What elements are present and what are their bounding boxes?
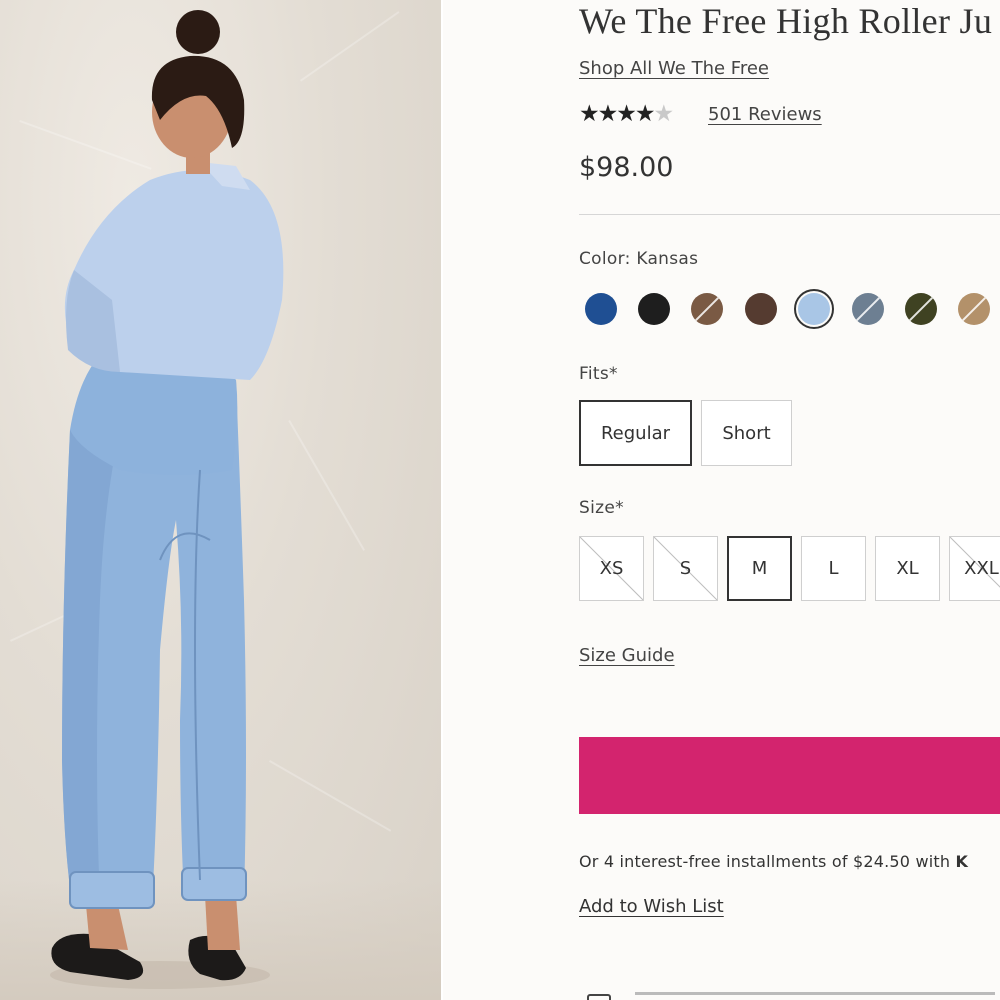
color-swatch[interactable] — [691, 293, 723, 325]
installments-text: Or 4 interest-free installments of $24.5… — [579, 852, 956, 871]
model-illustration — [50, 10, 284, 989]
brand-link[interactable]: Shop All We The Free — [579, 58, 769, 79]
size-option-label: XXL — [964, 558, 999, 579]
reviews-link[interactable]: 501 Reviews — [708, 104, 822, 125]
add-to-cart-button[interactable] — [579, 737, 1000, 814]
size-option[interactable]: M — [727, 536, 792, 601]
color-swatch[interactable] — [745, 293, 777, 325]
selected-swatch-ring — [794, 289, 834, 329]
shipping-option-text — [635, 992, 995, 995]
product-price: $98.00 — [579, 152, 674, 183]
installments-note: Or 4 interest-free installments of $24.5… — [579, 852, 968, 871]
product-photo[interactable] — [0, 0, 441, 1000]
color-swatch[interactable] — [852, 293, 884, 325]
size-guide-link[interactable]: Size Guide — [579, 645, 675, 666]
installments-provider[interactable]: K — [955, 852, 968, 871]
size-option-label: L — [828, 558, 839, 579]
unavailable-slash — [854, 295, 882, 323]
fits-label: Fits* — [579, 364, 618, 384]
star-icon: ★ — [579, 101, 600, 127]
size-label: Size* — [579, 498, 624, 518]
size-option-label: XL — [896, 558, 919, 579]
fit-option-label: Short — [722, 422, 771, 444]
unavailable-slash — [907, 295, 935, 323]
size-option[interactable]: XS — [579, 536, 644, 601]
shipping-checkbox[interactable] — [587, 994, 611, 1000]
star-icon: ★ — [634, 101, 656, 127]
color-label: Color: Kansas — [579, 249, 699, 269]
panel-divider — [441, 0, 443, 1000]
color-swatch[interactable] — [585, 293, 617, 325]
unavailable-slash — [960, 295, 988, 323]
add-to-wishlist-link[interactable]: Add to Wish List — [579, 896, 724, 917]
product-title: We The Free High Roller Ju — [579, 1, 993, 41]
fit-option-short[interactable]: Short — [701, 400, 792, 466]
size-option[interactable]: S — [653, 536, 718, 601]
size-option[interactable]: XL — [875, 536, 940, 601]
size-option[interactable]: L — [801, 536, 866, 601]
fit-option-regular[interactable]: Regular — [579, 400, 692, 466]
color-swatch[interactable] — [905, 293, 937, 325]
unavailable-slash — [693, 295, 721, 323]
shipping-option-row[interactable] — [587, 992, 1000, 1000]
size-option-label: XS — [599, 558, 624, 579]
star-empty-icon: ★ — [653, 101, 675, 127]
size-option[interactable]: XXL — [949, 536, 1000, 601]
size-option-label: S — [679, 558, 692, 579]
divider — [579, 214, 1000, 215]
color-swatch[interactable] — [638, 293, 670, 325]
fit-option-label: Regular — [600, 422, 671, 444]
size-option-label: M — [751, 558, 768, 579]
star-icon: ★ — [616, 101, 637, 127]
star-icon: ★ — [597, 101, 619, 127]
star-rating[interactable]: ★★★★★ — [579, 101, 675, 127]
color-swatch[interactable] — [958, 293, 990, 325]
